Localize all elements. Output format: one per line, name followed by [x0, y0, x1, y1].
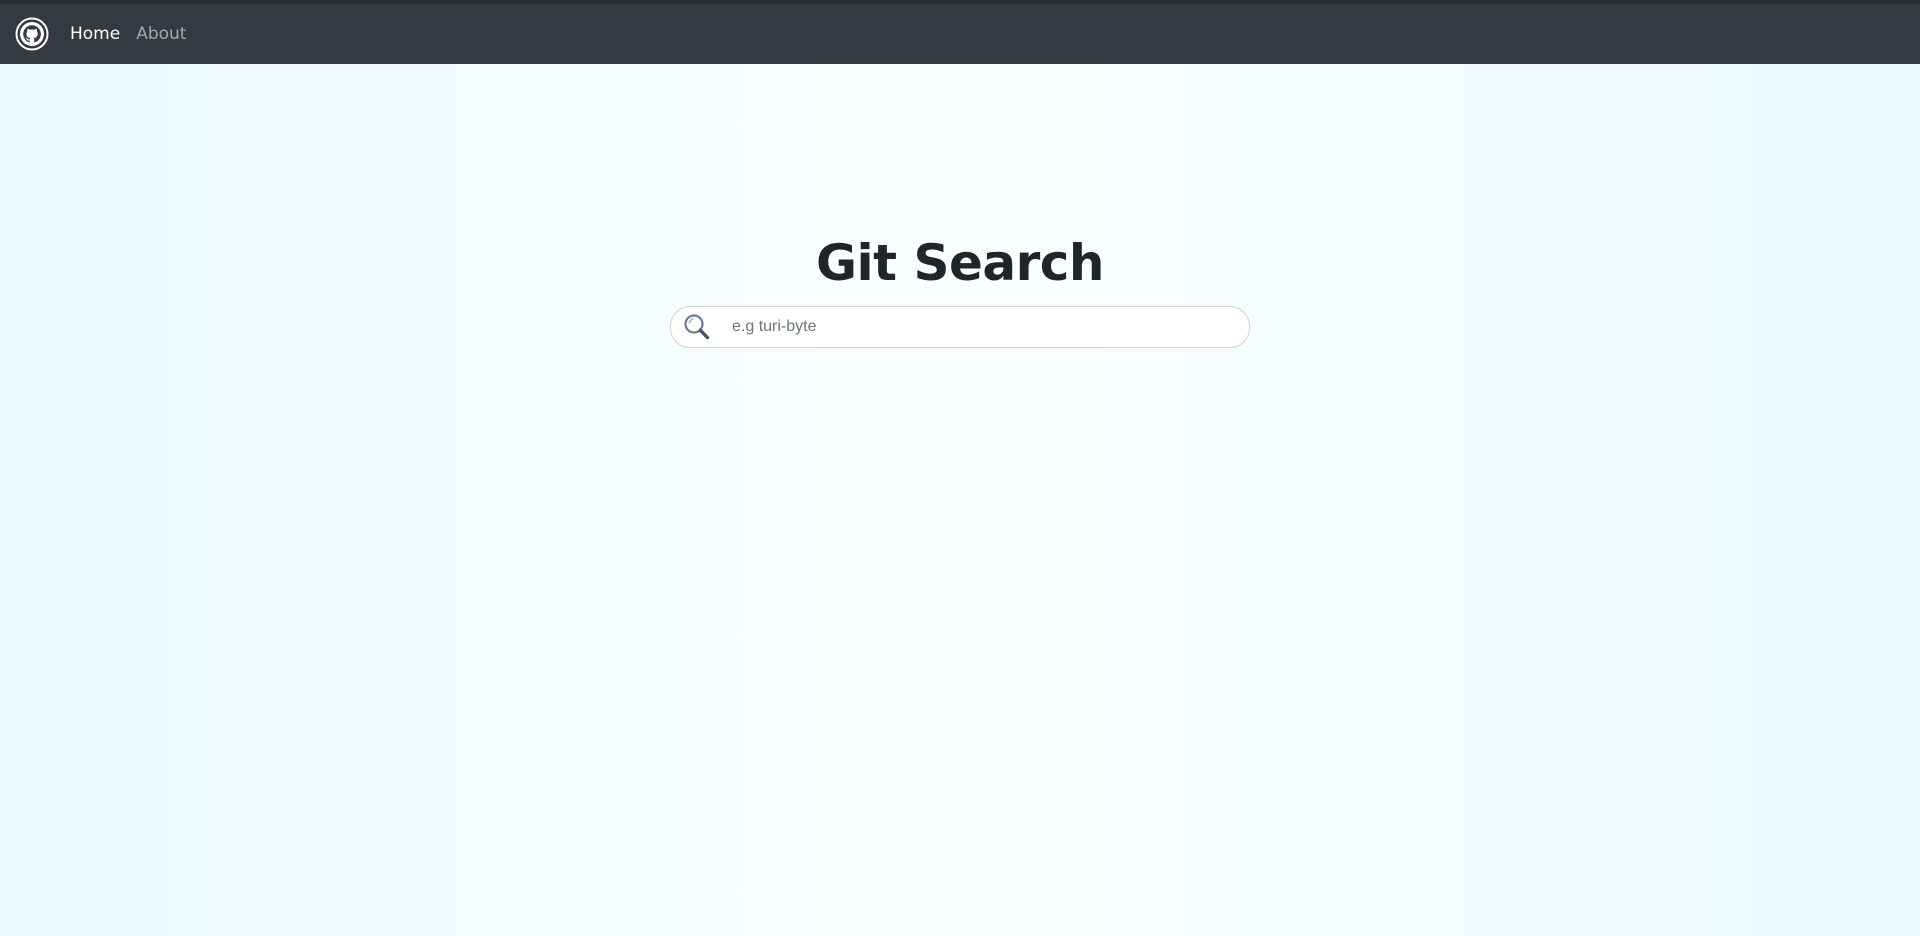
navbar: Home About: [0, 4, 1920, 64]
search-bar: [670, 306, 1250, 348]
nav-link-home[interactable]: Home: [70, 24, 120, 44]
nav-link-about[interactable]: About: [136, 24, 186, 44]
page-title: Git Search: [815, 234, 1105, 292]
github-icon[interactable]: [15, 17, 49, 51]
nav-links: Home About: [70, 24, 202, 44]
search-icon[interactable]: [682, 312, 712, 342]
search-input[interactable]: [730, 311, 1234, 343]
